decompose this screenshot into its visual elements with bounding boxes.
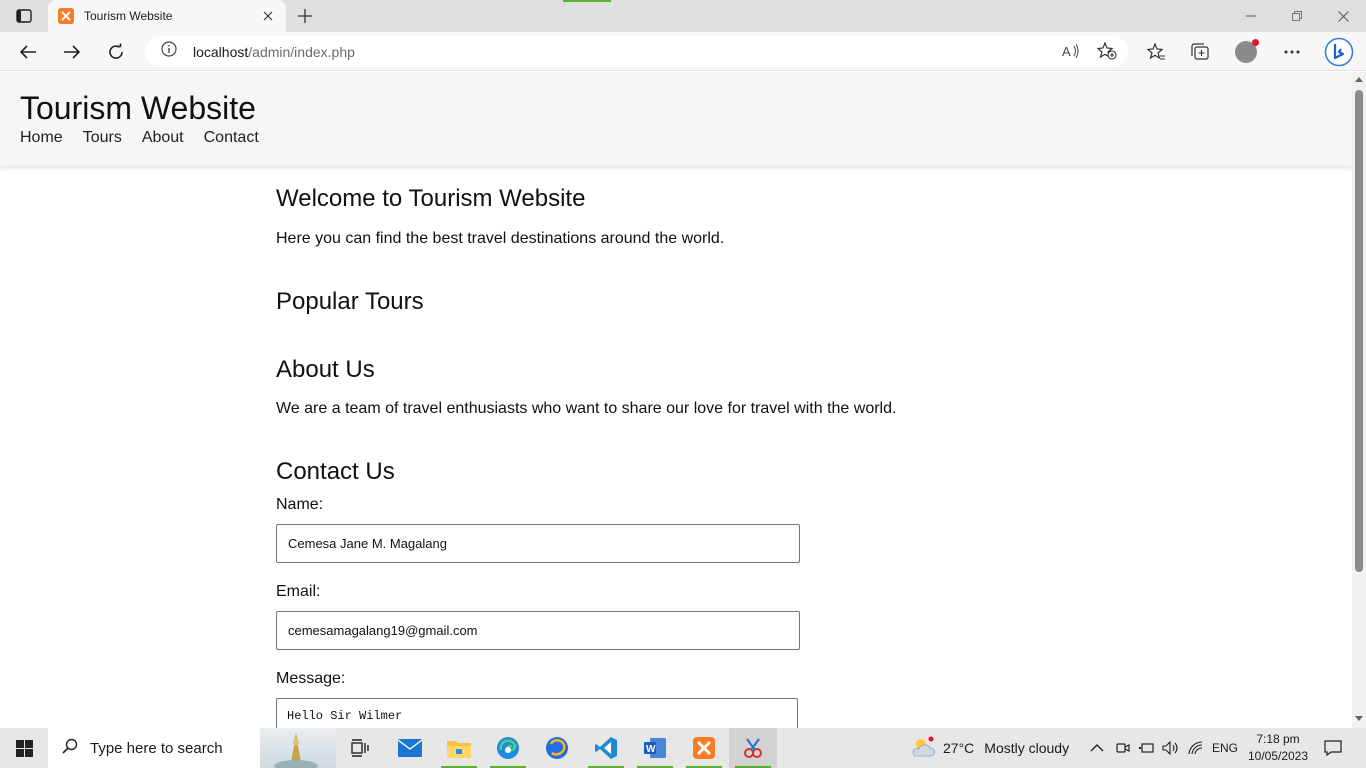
nav-about-link[interactable]: About [142,128,184,148]
search-highlight-image [260,728,336,768]
clock-date: 10/05/2023 [1247,749,1309,763]
search-icon [62,738,78,759]
nav-contact-link[interactable]: Contact [204,128,259,148]
browser-toolbar: localhost/admin/index.php A [0,32,1366,71]
refresh-icon[interactable] [103,39,129,65]
url-path: /admin/index.php [248,43,355,60]
volume-icon[interactable] [1162,728,1180,768]
bing-copilot-icon[interactable] [1323,36,1355,68]
tab-actions-icon[interactable] [8,5,40,27]
taskbar-clock[interactable]: 7:18 pm 10/05/2023 [1242,731,1314,765]
search-placeholder: Type here to search [90,739,223,757]
site-info-icon[interactable] [161,41,177,62]
file-explorer-icon[interactable] [435,728,483,768]
page-scrollbar[interactable] [1352,72,1366,728]
vscode-icon[interactable] [582,728,630,768]
mail-app-icon[interactable] [386,728,434,768]
weather-temp: 27°C [943,740,975,756]
site-title: Tourism Website [20,90,256,126]
xampp-favicon-icon [58,8,74,24]
email-label: Email: [276,583,321,600]
close-tab-icon[interactable] [260,8,276,24]
welcome-text: Here you can find the best travel destin… [276,230,725,247]
read-aloud-icon[interactable]: A [1060,40,1082,62]
weather-text: Mostly cloudy [984,740,1070,756]
add-favorite-icon[interactable] [1096,40,1118,62]
language-indicator[interactable]: ENG [1212,728,1238,768]
svg-text:W: W [646,744,656,755]
about-heading: About Us [276,356,375,383]
nav-tours-link[interactable]: Tours [83,128,122,148]
collections-icon[interactable] [1187,39,1213,65]
site-nav: Home Tours About Contact [20,128,1332,148]
network-icon[interactable] [1188,728,1204,768]
browser-tab[interactable]: Tourism Website [48,0,286,32]
browser-tab-bar: Tourism Website [0,0,1366,32]
meet-now-icon[interactable] [1116,728,1130,768]
taskbar-search-box[interactable]: Type here to search [48,728,336,768]
windows-taskbar: Type here to search W 27°C Mostly cloudy [0,728,1366,768]
task-view-icon[interactable] [336,728,384,768]
message-label: Message: [276,670,346,687]
restore-icon[interactable] [1274,0,1320,32]
close-window-icon[interactable] [1320,0,1366,32]
about-text: We are a team of travel enthusiasts who … [276,400,897,417]
scroll-thumb[interactable] [1355,90,1363,572]
edge-browser-icon[interactable] [484,728,532,768]
show-hidden-icons-icon[interactable] [1090,728,1104,768]
minimize-icon[interactable] [1228,0,1274,32]
site-header: Tourism Website Home Tours About Contact [0,72,1352,166]
new-tab-icon[interactable] [294,5,316,27]
scroll-up-icon[interactable] [1355,75,1363,83]
notifications-icon[interactable] [1324,728,1342,768]
tab-title: Tourism Website [84,9,173,23]
cloudy-weather-icon [911,736,937,761]
favorites-icon[interactable] [1143,39,1169,65]
snipping-tool-icon[interactable] [729,728,777,768]
contact-heading: Contact Us [276,458,395,485]
clock-time: 7:18 pm [1256,732,1300,746]
tours-heading: Popular Tours [276,288,424,315]
page-viewport: Tourism Website Home Tours About Contact… [0,72,1352,728]
name-field[interactable] [276,524,800,563]
weather-widget[interactable]: 27°C Mostly cloudy [911,728,1069,768]
firefox-icon[interactable] [533,728,581,768]
profile-icon [1235,39,1259,63]
scroll-down-icon[interactable] [1355,715,1363,723]
welcome-heading: Welcome to Tourism Website [276,185,586,212]
svg-text:A: A [1062,44,1071,59]
xampp-icon[interactable] [680,728,728,768]
profile-avatar[interactable] [1233,39,1259,65]
address-bar[interactable]: localhost/admin/index.php A [145,36,1128,67]
nav-home-link[interactable]: Home [20,128,63,148]
settings-more-icon[interactable] [1279,39,1305,65]
message-field[interactable]: Hello Sir Wilmer [276,698,798,728]
battery-icon[interactable] [1139,728,1155,768]
forward-icon[interactable] [59,39,85,65]
url-host: localhost [193,43,249,60]
email-field[interactable] [276,611,800,650]
tab-indicator [563,0,611,2]
url-text[interactable]: localhost/admin/index.php [193,44,355,60]
back-icon[interactable] [15,39,41,65]
name-label: Name: [276,496,324,513]
word-icon[interactable]: W [631,728,679,768]
windows-start-icon[interactable] [0,728,48,768]
